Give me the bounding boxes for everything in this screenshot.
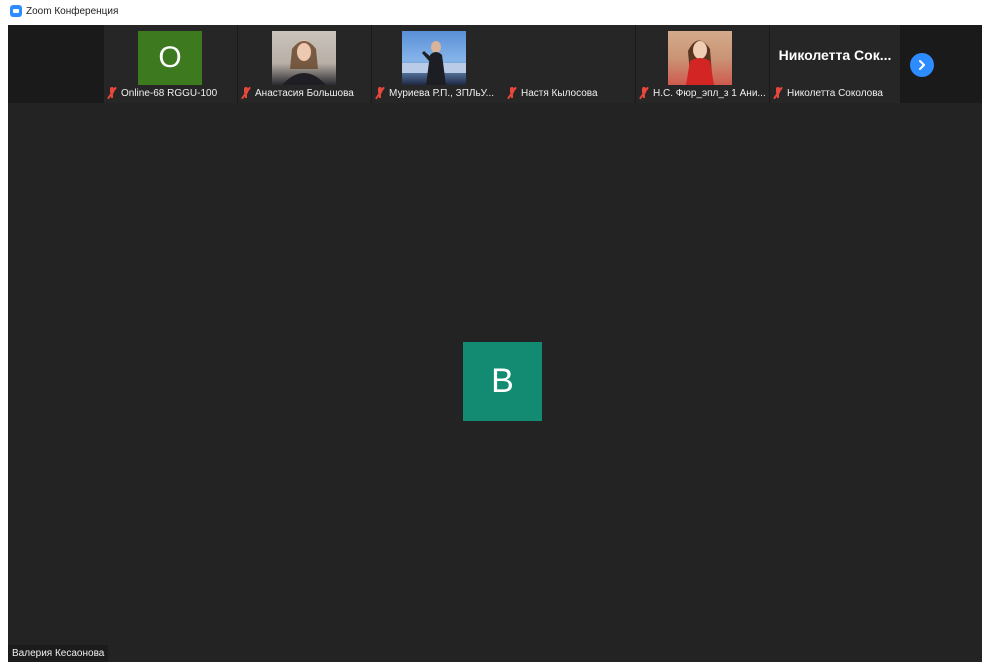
participant-tile[interactable]: Муриева Р.П., ЗПЛьУ... (372, 25, 505, 103)
participant-tile[interactable]: Анастасия Большова (238, 25, 371, 103)
zoom-app-icon (10, 5, 22, 17)
mic-muted-icon (507, 86, 517, 100)
title-bar: Zoom Конференция (0, 0, 982, 22)
meeting-area: O Online-68 RGGU-100 Анастасия Большова … (8, 25, 982, 662)
zoom-window: Zoom Конференция O Online-68 RGGU-100 Ан… (0, 0, 982, 668)
participant-tile[interactable]: Николетта Сок... Николетта Соколова (770, 25, 900, 103)
chevron-right-icon (919, 60, 925, 70)
mic-muted-icon (773, 86, 783, 100)
participant-label: Анастасия Большова (241, 86, 354, 100)
participant-photo (668, 31, 732, 85)
participant-photo (272, 31, 336, 85)
window-title: Zoom Конференция (26, 5, 119, 17)
participant-label: Н.С. Фюр_эпл_з 1 Ани... (639, 86, 766, 100)
participant-name: Муриева Р.П., ЗПЛьУ... (389, 87, 495, 99)
active-speaker-avatar: В (463, 342, 542, 421)
mic-muted-icon (375, 86, 385, 100)
participant-tile[interactable]: Н.С. Фюр_эпл_з 1 Ани... (636, 25, 769, 103)
mic-muted-icon (639, 86, 649, 100)
avatar-letter: O (158, 41, 182, 74)
participant-strip: O Online-68 RGGU-100 Анастасия Большова … (8, 25, 982, 103)
participant-name: Online-68 RGGU-100 (121, 87, 218, 99)
active-speaker-name: Валерия Кесаонова (8, 645, 109, 662)
participant-tile[interactable]: Настя Кылосова (504, 25, 635, 103)
participant-name: Н.С. Фюр_эпл_з 1 Ани... (653, 87, 766, 99)
avatar-letter: В (491, 362, 514, 400)
mic-muted-icon (107, 86, 117, 100)
participant-display-name: Николетта Сок... (778, 47, 892, 63)
participant-name: Анастасия Большова (255, 87, 354, 99)
participant-label: Муриева Р.П., ЗПЛьУ... (375, 86, 494, 100)
participant-tile[interactable]: O Online-68 RGGU-100 (104, 25, 237, 103)
mic-muted-icon (241, 86, 251, 100)
participant-label: Настя Кылосова (507, 86, 598, 100)
participant-photo (402, 31, 466, 85)
participant-label: Online-68 RGGU-100 (107, 86, 217, 100)
participant-name: Настя Кылосова (521, 87, 598, 99)
next-page-button[interactable] (910, 53, 934, 77)
participant-label: Николетта Соколова (773, 86, 883, 100)
participant-name: Николетта Соколова (787, 87, 883, 99)
participant-avatar: O (138, 31, 202, 85)
